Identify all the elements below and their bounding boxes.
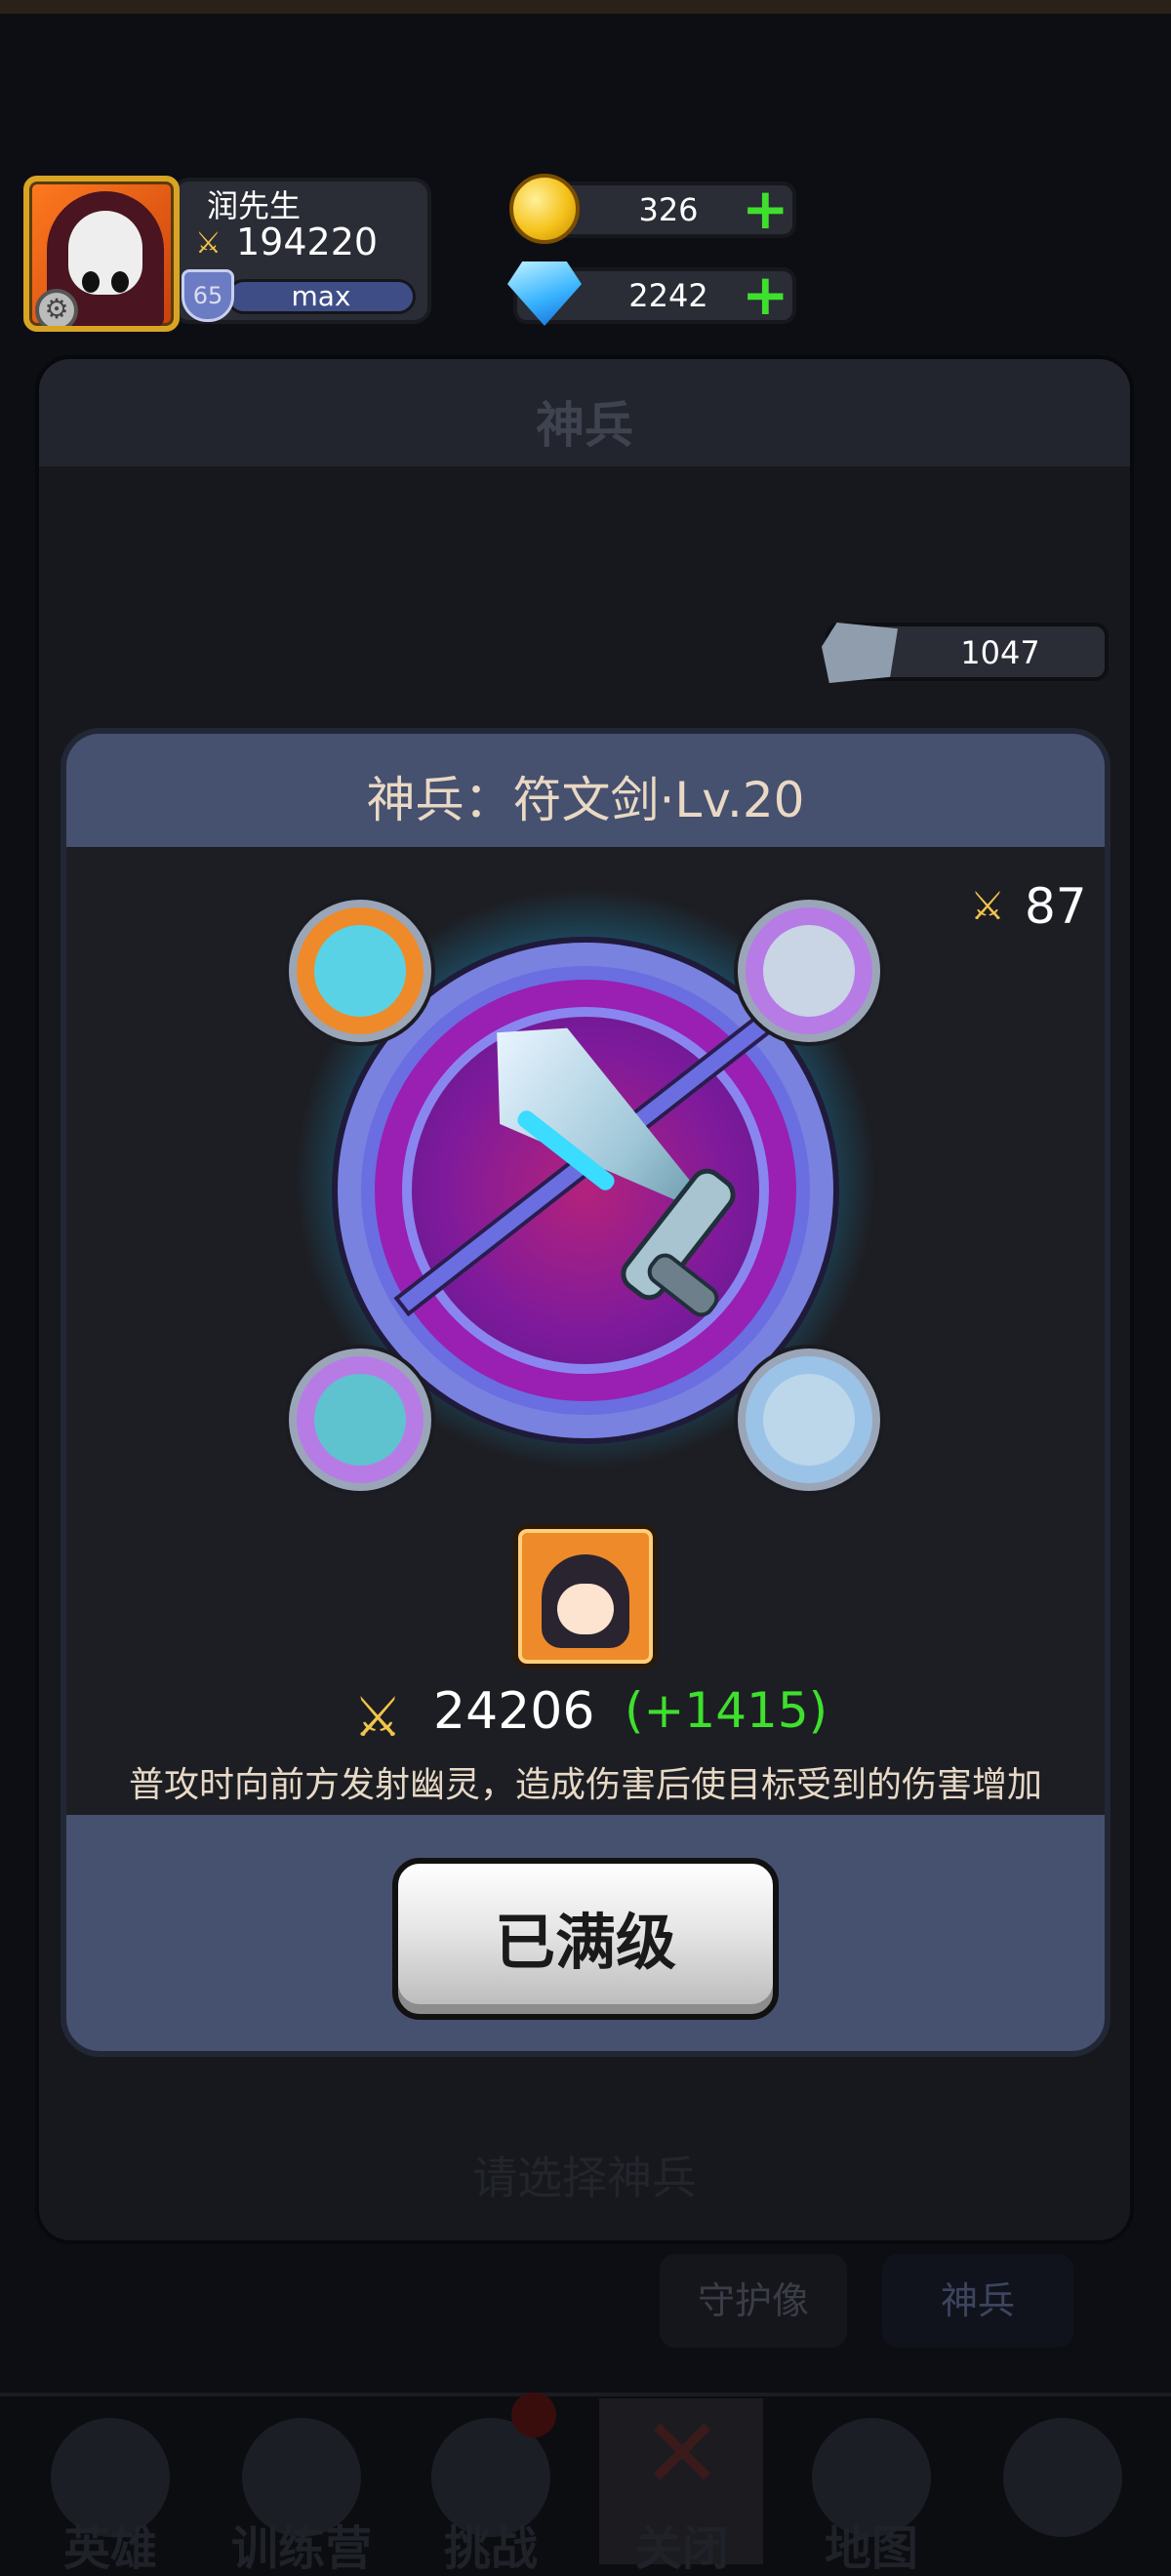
nav-label-challenge: 挑战 (443, 2521, 538, 2576)
skull-eye-right (111, 271, 129, 293)
gold-value: 326 (638, 191, 699, 228)
nav-map[interactable]: 地图 (788, 2410, 954, 2576)
rune-stone-icon (822, 623, 898, 683)
hero-portrait[interactable] (513, 1524, 658, 1669)
hero-face (557, 1584, 614, 1634)
total-power-value: 24206 (433, 1682, 595, 1741)
add-gold-button[interactable]: + (742, 181, 789, 237)
nav-label-hero: 英雄 (62, 2521, 157, 2576)
tab-divine-weapon[interactable]: 神兵 (882, 2254, 1073, 2348)
lock-icon (1003, 2418, 1122, 2537)
add-diamond-button[interactable]: + (742, 266, 789, 323)
swords-icon: ⚔ (970, 884, 1005, 929)
power-gain-value: (+1415) (625, 1682, 828, 1739)
player-power: 194220 (236, 221, 379, 263)
helmet-icon (314, 925, 406, 1017)
boots-icon (314, 1374, 406, 1466)
nav-label-training: 训练营 (230, 2521, 372, 2576)
nav-locked[interactable] (980, 2410, 1146, 2576)
amulet-icon (763, 1374, 855, 1466)
tab-guardian-statue[interactable]: 守护像 (660, 2254, 847, 2348)
background-panel-title: 神兵 (536, 397, 633, 454)
rune-stone-value: 1047 (960, 634, 1040, 671)
swords-icon: ⚔ (195, 226, 222, 261)
top-strip (0, 0, 1171, 14)
nav-close[interactable]: 关闭 (599, 2410, 765, 2576)
skill-description: 普攻时向前方发射幽灵，造成伤害后使目标受到的伤害增加 (128, 1765, 1042, 1805)
nav-training-camp[interactable]: 训练营 (219, 2410, 384, 2576)
nav-label-close: 关闭 (634, 2521, 729, 2576)
gear-icon[interactable]: ⚙ (35, 289, 78, 326)
nav-hero[interactable]: 英雄 (27, 2410, 193, 2576)
nav-challenge[interactable]: 挑战 (408, 2410, 574, 2576)
skull-face (68, 211, 142, 295)
armor-icon (763, 925, 855, 1017)
gold-coin-icon (509, 174, 580, 244)
exp-text: max (291, 280, 351, 312)
helmet-gem-socket[interactable] (289, 900, 431, 1042)
nav-label-map: 地图 (824, 2521, 918, 2576)
armor-gem-socket[interactable] (738, 900, 880, 1042)
swords-icon: ⚔ (353, 1686, 403, 1750)
skull-eye-left (82, 271, 100, 293)
select-weapon-hint: 请选择神兵 (472, 2152, 697, 2204)
modal-title: 神兵：符文剑·Lv.20 (366, 772, 805, 828)
notification-dot-icon (511, 2393, 556, 2437)
weapon-power-value: 87 (1025, 878, 1087, 935)
max-level-button-label: 已满级 (494, 1907, 676, 1978)
diamond-value: 2242 (628, 277, 708, 314)
avatar[interactable]: ⚙ (23, 176, 180, 332)
boots-gem-socket[interactable] (289, 1348, 431, 1491)
amulet-gem-socket[interactable] (738, 1348, 880, 1491)
level-badge: 65 (182, 269, 234, 322)
